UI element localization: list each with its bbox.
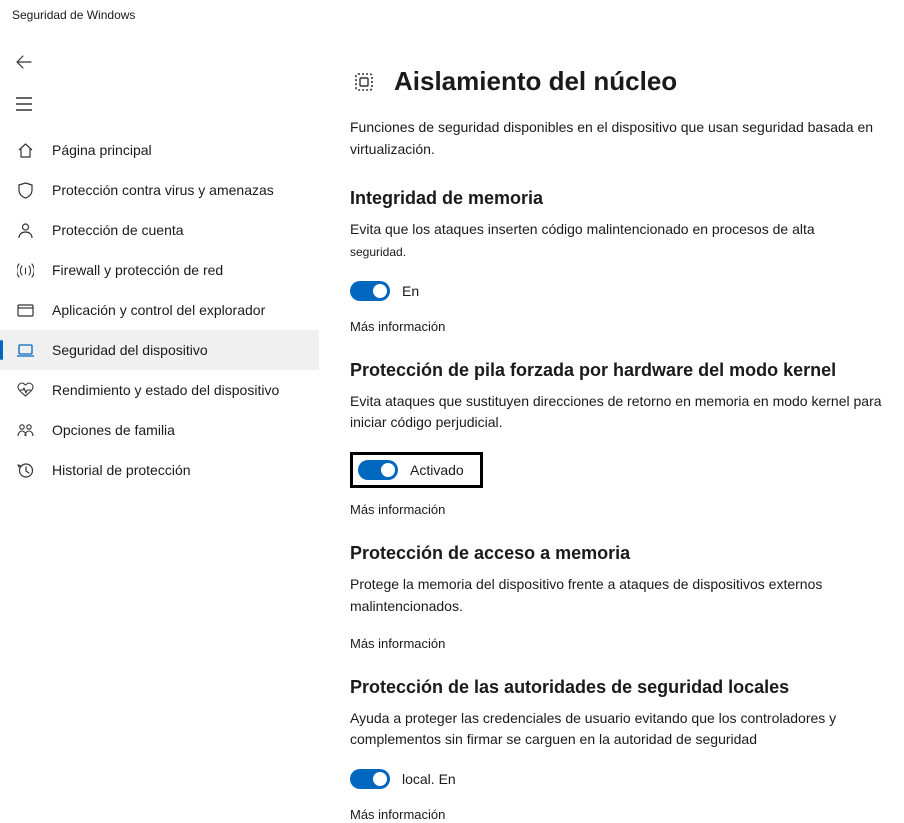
toggle-label: Activado bbox=[410, 462, 464, 478]
nav-label: Firewall y protección de red bbox=[52, 262, 223, 278]
hamburger-button[interactable] bbox=[0, 86, 40, 122]
nav-home[interactable]: Página principal bbox=[0, 130, 319, 170]
nav-virus[interactable]: Protección contra virus y amenazas bbox=[0, 170, 319, 210]
signal-icon bbox=[16, 261, 34, 279]
section-memory-integrity: Integridad de memoria Evita que los ataq… bbox=[350, 188, 892, 333]
history-icon bbox=[16, 461, 34, 479]
section-lsa: Protección de las autoridades de segurid… bbox=[350, 677, 892, 822]
nav-label: Historial de protección bbox=[52, 462, 191, 478]
learn-more-link[interactable]: Más información bbox=[350, 502, 892, 517]
sidebar: Página principal Protección contra virus… bbox=[0, 30, 320, 821]
shield-icon bbox=[16, 181, 34, 199]
nav-label: Rendimiento y estado del dispositivo bbox=[52, 382, 279, 398]
nav-performance[interactable]: Rendimiento y estado del dispositivo bbox=[0, 370, 319, 410]
app-icon bbox=[16, 301, 34, 319]
nav-family[interactable]: Opciones de familia bbox=[0, 410, 319, 450]
back-arrow-icon bbox=[16, 54, 32, 70]
laptop-icon bbox=[16, 341, 34, 359]
learn-more-link[interactable]: Más información bbox=[350, 319, 892, 334]
section-title: Protección de pila forzada por hardware … bbox=[350, 360, 892, 381]
nav-firewall[interactable]: Firewall y protección de red bbox=[0, 250, 319, 290]
toggle-label: local. En bbox=[402, 771, 456, 787]
chip-icon bbox=[350, 68, 378, 96]
hamburger-icon bbox=[16, 97, 32, 111]
toggle-row: local. En bbox=[350, 769, 892, 789]
toggle-row: En bbox=[350, 281, 892, 301]
family-icon bbox=[16, 421, 34, 439]
section-desc: Protege la memoria del dispositivo frent… bbox=[350, 574, 892, 617]
home-icon bbox=[16, 141, 34, 159]
nav-label: Aplicación y control del explorador bbox=[52, 302, 265, 318]
nav-label: Seguridad del dispositivo bbox=[52, 342, 208, 358]
heart-icon bbox=[16, 381, 34, 399]
page-subtitle: Funciones de seguridad disponibles en el… bbox=[350, 117, 892, 160]
section-desc: Ayuda a proteger las credenciales de usu… bbox=[350, 708, 892, 751]
section-title: Integridad de memoria bbox=[350, 188, 892, 209]
nav-list: Página principal Protección contra virus… bbox=[0, 130, 319, 490]
memory-integrity-toggle[interactable] bbox=[350, 281, 390, 301]
nav-history[interactable]: Historial de protección bbox=[0, 450, 319, 490]
nav-label: Protección contra virus y amenazas bbox=[52, 182, 274, 198]
section-desc: Evita que los ataques inserten código ma… bbox=[350, 219, 892, 262]
section-title: Protección de las autoridades de segurid… bbox=[350, 677, 892, 698]
window-title: Seguridad de Windows bbox=[0, 0, 904, 30]
lsa-toggle[interactable] bbox=[350, 769, 390, 789]
section-title: Protección de acceso a memoria bbox=[350, 543, 892, 564]
learn-more-link[interactable]: Más información bbox=[350, 636, 892, 651]
kernel-stack-toggle[interactable] bbox=[358, 460, 398, 480]
section-desc: Evita ataques que sustituyen direcciones… bbox=[350, 391, 892, 434]
nav-label: Opciones de familia bbox=[52, 422, 175, 438]
toggle-label: En bbox=[402, 283, 419, 299]
back-button[interactable] bbox=[0, 44, 40, 80]
person-icon bbox=[16, 221, 34, 239]
nav-device-security[interactable]: Seguridad del dispositivo bbox=[0, 330, 319, 370]
section-memory-access: Protección de acceso a memoria Protege l… bbox=[350, 543, 892, 650]
highlighted-toggle: Activado bbox=[350, 452, 483, 488]
learn-more-link[interactable]: Más información bbox=[350, 807, 892, 821]
nav-account[interactable]: Protección de cuenta bbox=[0, 210, 319, 250]
page-header: Aislamiento del núcleo bbox=[350, 66, 892, 97]
nav-label: Página principal bbox=[52, 142, 152, 158]
main-content: Aislamiento del núcleo Funciones de segu… bbox=[320, 30, 904, 821]
nav-app-browser[interactable]: Aplicación y control del explorador bbox=[0, 290, 319, 330]
page-title: Aislamiento del núcleo bbox=[394, 66, 677, 97]
nav-label: Protección de cuenta bbox=[52, 222, 184, 238]
section-kernel-stack: Protección de pila forzada por hardware … bbox=[350, 360, 892, 517]
